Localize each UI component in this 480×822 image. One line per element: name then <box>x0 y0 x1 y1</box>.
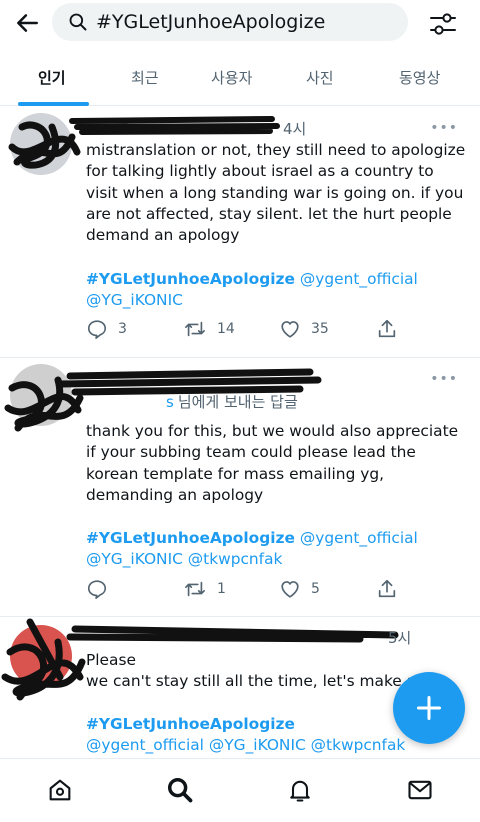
share-icon <box>378 579 396 598</box>
mail-icon <box>408 780 432 800</box>
tweet-time: 4시 <box>283 120 307 138</box>
like-count: 35 <box>311 321 329 337</box>
search-filter-button[interactable] <box>426 7 460 41</box>
hashtag-link[interactable]: #YGLetJunhoeApologize <box>86 529 295 547</box>
retweet-count: 14 <box>217 321 235 337</box>
mention-link[interactable]: @ygent_official <box>300 529 418 547</box>
mention-link[interactable]: @YG_iKONIC <box>86 291 183 309</box>
reply-context: s 님에게 보내는 답글 <box>166 391 298 412</box>
home-icon <box>49 779 71 801</box>
share-button[interactable] <box>376 578 398 600</box>
retweet-count: 1 <box>217 581 226 597</box>
like-button[interactable]: 35 <box>279 318 329 340</box>
mention-link[interactable]: @tkwpcnfak <box>311 736 406 754</box>
reply-count: 3 <box>118 321 127 337</box>
search-tabs: 인기 최근 사용자 사진 동영상 <box>0 52 480 106</box>
more-options-button[interactable]: ••• <box>430 120 458 136</box>
bell-icon <box>290 780 310 802</box>
mention-link[interactable]: @YG_iKONIC <box>86 550 183 568</box>
tab-latest[interactable]: 최근 <box>131 67 159 88</box>
search-query: #YGLetJunhoeApologize <box>96 11 326 33</box>
nav-search[interactable] <box>163 773 197 807</box>
tweet-time: 5시 <box>388 629 412 647</box>
mention-link[interactable]: @tkwpcnfak <box>188 550 283 568</box>
sliders-icon <box>430 13 456 35</box>
hashtag-link[interactable]: #YGLetJunhoeApologize <box>86 715 295 733</box>
heart-icon <box>281 321 299 338</box>
retweet-button[interactable]: 14 <box>183 318 235 340</box>
tweet-tags: #YGLetJunhoeApologize @ygent_official @Y… <box>86 269 470 312</box>
reply-icon <box>87 580 107 599</box>
search-input[interactable]: #YGLetJunhoeApologize <box>52 3 408 41</box>
mention-link[interactable]: @YG_iKONIC <box>209 736 306 754</box>
nav-messages[interactable] <box>403 773 437 807</box>
mention-link[interactable]: @ygent_official <box>300 270 418 288</box>
tweet-text: thank you for this, but we would also ap… <box>86 422 459 504</box>
replying-to-user[interactable]: s <box>166 393 174 411</box>
tweet-actions: 3 14 35 <box>86 318 466 342</box>
tweet[interactable]: s 님에게 보내는 답글 ••• thank you for this, but … <box>0 358 480 617</box>
compose-tweet-button[interactable] <box>393 672 465 744</box>
top-bar: #YGLetJunhoeApologize <box>0 0 480 48</box>
reply-button[interactable] <box>86 578 118 600</box>
tab-videos[interactable]: 동영상 <box>399 67 440 88</box>
tab-photos[interactable]: 사진 <box>306 67 334 88</box>
hashtag-link[interactable]: #YGLetJunhoeApologize <box>86 270 295 288</box>
like-button[interactable]: 5 <box>279 578 320 600</box>
tweet-tags: #YGLetJunhoeApologize @ygent_official @Y… <box>86 528 470 571</box>
bottom-navigation <box>0 758 480 822</box>
tab-top[interactable]: 인기 <box>38 67 66 88</box>
active-tab-indicator <box>18 102 89 106</box>
nav-notifications[interactable] <box>283 773 317 807</box>
retweet-icon <box>185 321 205 337</box>
arrow-left-icon <box>17 14 38 32</box>
back-button[interactable] <box>10 6 44 40</box>
reply-button[interactable]: 3 <box>86 318 127 340</box>
tweet-text-line: Please <box>86 651 136 669</box>
mention-link[interactable]: @ygent_official <box>86 736 204 754</box>
retweet-icon <box>185 581 205 597</box>
reply-icon <box>87 320 107 339</box>
like-count: 5 <box>311 581 320 597</box>
nav-home[interactable] <box>43 773 77 807</box>
search-icon <box>69 13 87 31</box>
tweet-text: mistranslation or not, they still need t… <box>86 141 466 245</box>
share-button[interactable] <box>376 318 398 340</box>
share-icon <box>378 319 396 338</box>
tweet[interactable]: 4시 ••• mistranslation or not, they still… <box>0 107 480 358</box>
more-options-button[interactable]: ••• <box>430 371 458 387</box>
search-icon <box>167 777 193 803</box>
retweet-button[interactable]: 1 <box>183 578 226 600</box>
plus-icon <box>416 695 442 721</box>
replying-to-label: 님에게 보내는 답글 <box>177 393 298 411</box>
heart-icon <box>281 581 299 598</box>
tab-people[interactable]: 사용자 <box>211 67 252 88</box>
tweet-actions: 1 5 <box>86 578 466 602</box>
